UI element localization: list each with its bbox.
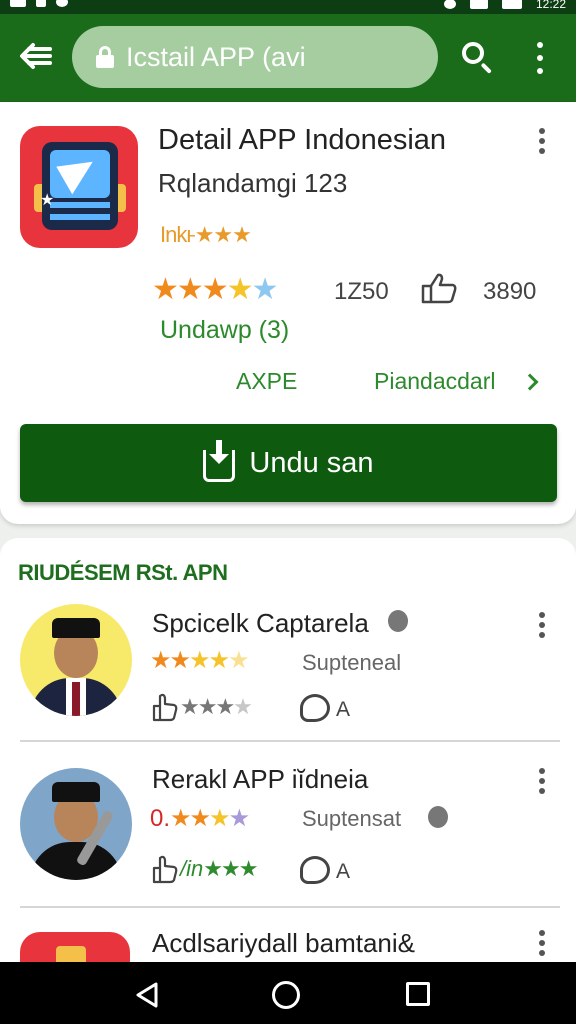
download-icon (203, 440, 236, 482)
app-title: Detail APP Indonesian (158, 124, 447, 156)
sync-icon (56, 0, 68, 7)
reply-label[interactable]: A (336, 860, 350, 884)
lock-icon (96, 46, 114, 68)
app-bar: Icstail APP (avi (0, 14, 576, 102)
back-arrow-icon[interactable] (16, 36, 56, 76)
thumbs-up-icon[interactable] (152, 854, 178, 884)
link-more[interactable]: Piandacdarl (374, 368, 495, 395)
reviewer-name: Rerakl APP iĭdneia (152, 764, 369, 794)
reviewer-status: Supteneal (302, 650, 402, 675)
star-icon: ★ (40, 192, 55, 209)
alarm-icon (443, 0, 456, 9)
battery-icon (501, 0, 522, 9)
status-bar: 12:22 (0, 0, 576, 14)
more-vert-icon[interactable] (528, 40, 552, 76)
reviewer-rating-stars: 0.★★★★ (150, 805, 250, 832)
reviewer-name: Acdlsariydall bamtani& (152, 928, 416, 958)
nav-home-icon[interactable] (272, 981, 300, 1009)
divider (20, 906, 560, 908)
rating-prefix: 0. (150, 805, 171, 832)
helpful-label: /in (180, 856, 204, 881)
thumbs-up-icon[interactable] (420, 272, 458, 304)
thumbs-up-icon[interactable] (152, 692, 178, 722)
signal-icon (469, 0, 488, 9)
app-subtitle: Rqlandamgi 123 (158, 168, 348, 198)
verified-badge-icon (428, 806, 448, 828)
likes-count: 3890 (483, 278, 537, 305)
nav-back-icon[interactable] (134, 981, 160, 1009)
item-more-icon[interactable] (536, 768, 548, 794)
nav-recents-icon[interactable] (406, 982, 430, 1006)
status-right-icons: 12:22 (443, 0, 566, 11)
status-left-icons (10, 0, 68, 7)
helpful-stars: ★★★★ (180, 694, 253, 719)
item-more-icon[interactable] (536, 612, 548, 638)
link-axpe[interactable]: AXPE (236, 368, 297, 395)
item-more-icon[interactable] (536, 930, 548, 956)
helpful-stars: /in★★★ (180, 856, 258, 881)
url-bar[interactable]: Icstail APP (avi (72, 26, 438, 88)
reviewer-status: Suptensat (302, 806, 402, 831)
app-icon: ★ (20, 126, 138, 248)
comment-icon[interactable] (300, 856, 330, 884)
url-text: Icstail APP (avi (126, 41, 306, 72)
download-label: Undu san (249, 446, 374, 479)
reply-label[interactable]: A (336, 698, 350, 722)
comment-icon[interactable] (300, 694, 330, 722)
status-time: 12:22 (535, 0, 566, 11)
section-title: RIUDÉSEM RSt. APN (18, 560, 228, 585)
verified-badge-icon (388, 610, 408, 632)
download-button[interactable]: Undu san (20, 424, 557, 502)
system-nav-bar (0, 962, 576, 1024)
divider (20, 740, 560, 742)
update-text[interactable]: Undawp (3) (160, 316, 289, 345)
rating-stars: ★★★★★ (152, 273, 278, 306)
app-detail-card: ★ Detail APP Indonesian Rqlandamgi 123 I… (0, 102, 576, 524)
search-icon[interactable] (456, 36, 498, 78)
avatar (20, 768, 132, 880)
mini-rating: Inkⱶ★★★ (160, 222, 252, 247)
reviewer-rating-stars: ★★★★★ (150, 647, 250, 674)
detail-more-icon[interactable] (536, 128, 548, 154)
wifi-icon (10, 0, 26, 7)
review-count: 1Z50 (334, 278, 389, 305)
chevron-right-icon[interactable] (521, 373, 539, 391)
avatar (20, 604, 132, 716)
reviewer-name: Spcicelk Captarela (152, 608, 369, 638)
reviews-card: RIUDÉSEM RSt. APN Spcicelk Captarela ★★★… (0, 538, 576, 972)
notification-icon (36, 0, 46, 7)
